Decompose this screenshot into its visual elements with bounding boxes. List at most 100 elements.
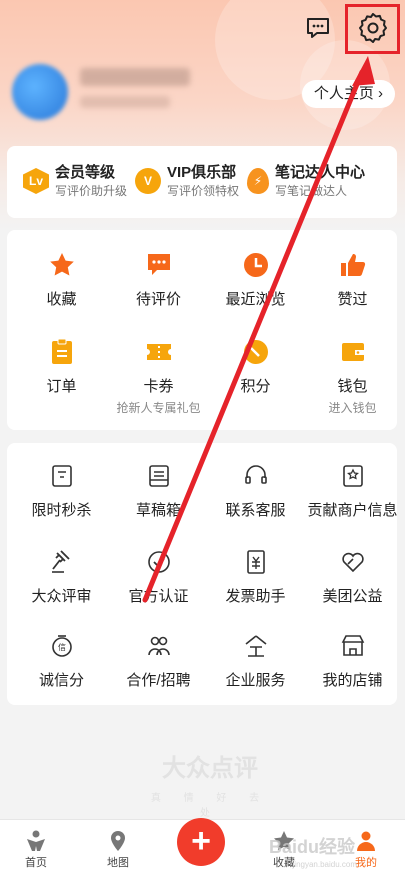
grid-label: 发票助手 bbox=[225, 588, 286, 605]
grid-item-liked[interactable]: 赞过 bbox=[304, 250, 401, 309]
grid-label: 卡券 bbox=[143, 378, 174, 395]
home-icon bbox=[27, 830, 45, 851]
note-expert-item[interactable]: ⚡ 笔记达人中心 写笔记做达人 bbox=[247, 164, 365, 200]
grid-label: 待评价 bbox=[135, 291, 181, 308]
grid-label: 收藏 bbox=[46, 291, 77, 308]
vip-badge-icon: V bbox=[135, 168, 161, 194]
drafts-icon bbox=[148, 465, 169, 487]
points-icon bbox=[243, 340, 268, 364]
grid-label: 最近浏览 bbox=[225, 291, 286, 308]
member-bar: Lv 会员等级 写评价助升级 V VIP俱乐部 写评价领特权 ⚡ 笔记达人中心 … bbox=[7, 146, 397, 218]
comment-icon bbox=[147, 254, 170, 275]
member-level-title: 会员等级 bbox=[55, 164, 116, 181]
grid-label: 赞过 bbox=[337, 291, 368, 308]
verified-icon bbox=[147, 551, 170, 573]
tab-map[interactable]: 地图 bbox=[88, 828, 148, 870]
highlight-box bbox=[345, 4, 400, 54]
note-expert-sub: 写笔记做达人 bbox=[275, 184, 348, 198]
grid-item-favorites[interactable]: 收藏 bbox=[13, 250, 110, 309]
grid-item-wallet[interactable]: 钱包 进入钱包 bbox=[304, 337, 401, 416]
charity-icon bbox=[341, 552, 364, 573]
grid-item-points[interactable]: 积分 bbox=[207, 337, 304, 396]
grid-item-enterprise[interactable]: 企业服务 bbox=[207, 631, 304, 690]
merchant-info-icon bbox=[342, 465, 363, 487]
credit-score-icon: 信 bbox=[51, 635, 72, 657]
grid-label: 诚信分 bbox=[38, 672, 84, 689]
baidu-watermark: Baidu经验 bbox=[268, 837, 355, 857]
star-icon bbox=[49, 253, 74, 276]
grid-label: 大众评审 bbox=[31, 588, 92, 605]
grid-label: 我的店铺 bbox=[322, 672, 383, 689]
grid-item-orders[interactable]: 订单 bbox=[13, 337, 110, 396]
primary-menu-grid: 收藏 待评价 最近浏览 赞过 订单 卡券 抢新人专属礼包 积分 钱包 进入钱包 bbox=[7, 230, 397, 430]
grid-label: 草稿箱 bbox=[135, 502, 181, 519]
chevron-right-icon: › bbox=[378, 85, 383, 102]
bottom-tab-bar: 首页 地图 + 收藏 我的 Baidu经验 jingyan.baidu.com bbox=[0, 818, 405, 877]
profile-home-button[interactable]: 个人主页 › bbox=[301, 80, 395, 108]
grid-label: 官方认证 bbox=[128, 588, 189, 605]
grid-label: 合作/招聘 bbox=[126, 672, 191, 689]
grid-item-merchant-info[interactable]: 贡献商户信息 bbox=[304, 461, 401, 520]
message-button[interactable] bbox=[302, 12, 334, 44]
grid-item-public-review[interactable]: 大众评审 bbox=[13, 547, 110, 606]
grid-label: 限时秒杀 bbox=[31, 502, 92, 519]
baidu-watermark-url: jingyan.baidu.com bbox=[292, 860, 357, 869]
clipboard-icon bbox=[51, 338, 72, 364]
plus-button[interactable]: + bbox=[177, 818, 225, 866]
tab-home[interactable]: 首页 bbox=[6, 828, 66, 870]
gavel-icon bbox=[51, 550, 70, 573]
tab-label: 首页 bbox=[25, 857, 47, 869]
level-badge-icon: Lv bbox=[23, 168, 49, 194]
wallet-icon bbox=[341, 343, 364, 361]
ticket-icon bbox=[146, 344, 171, 360]
member-level-item[interactable]: Lv 会员等级 写评价助升级 bbox=[23, 164, 127, 200]
avatar[interactable] bbox=[12, 64, 68, 120]
enterprise-icon bbox=[245, 635, 266, 657]
brand-watermark-logo: 大众点评 bbox=[162, 755, 258, 782]
thumbs-up-icon bbox=[340, 254, 365, 276]
secondary-menu-grid: 限时秒杀 草稿箱 联系客服 贡献商户信息 大众评审 官方认证 发票助手 美团公益… bbox=[7, 443, 398, 705]
grid-label: 贡献商户信息 bbox=[307, 502, 398, 519]
clock-icon bbox=[243, 253, 268, 277]
store-icon bbox=[341, 635, 364, 656]
vip-club-title: VIP俱乐部 bbox=[167, 164, 237, 181]
flash-sale-icon bbox=[51, 465, 72, 487]
grid-item-customer-service[interactable]: 联系客服 bbox=[207, 461, 304, 520]
grid-item-charity[interactable]: 美团公益 bbox=[304, 547, 401, 606]
svg-text:信: 信 bbox=[58, 642, 66, 652]
grid-item-credit-score[interactable]: 信 诚信分 bbox=[13, 631, 110, 690]
grid-label: 钱包 bbox=[337, 378, 368, 395]
grid-item-invoice[interactable]: 发票助手 bbox=[207, 547, 304, 606]
partners-icon bbox=[147, 636, 170, 656]
grid-label: 积分 bbox=[240, 378, 271, 395]
grid-item-official-verify[interactable]: 官方认证 bbox=[110, 547, 207, 606]
message-icon bbox=[307, 18, 329, 38]
grid-item-my-store[interactable]: 我的店铺 bbox=[304, 631, 401, 690]
brand-watermark: 大众点评 真 情 好 去 处 bbox=[140, 748, 280, 819]
user-info-blurred bbox=[80, 96, 170, 108]
grid-label: 企业服务 bbox=[225, 672, 286, 689]
grid-sub: 进入钱包 bbox=[328, 401, 377, 415]
grid-item-coupons[interactable]: 卡券 抢新人专属礼包 bbox=[110, 337, 207, 416]
grid-label: 联系客服 bbox=[225, 502, 286, 519]
vip-club-item[interactable]: V VIP俱乐部 写评价领特权 bbox=[135, 164, 239, 200]
username-blurred bbox=[80, 68, 190, 86]
grid-item-pending-review[interactable]: 待评价 bbox=[110, 250, 207, 309]
member-level-sub: 写评价助升级 bbox=[55, 184, 128, 198]
grid-label: 美团公益 bbox=[322, 588, 383, 605]
grid-item-recent[interactable]: 最近浏览 bbox=[207, 250, 304, 309]
grid-label: 订单 bbox=[46, 378, 77, 395]
profile-home-label: 个人主页 bbox=[313, 85, 374, 102]
map-icon bbox=[111, 831, 125, 851]
invoice-icon bbox=[246, 550, 265, 574]
lightning-badge-icon: ⚡ bbox=[247, 168, 269, 194]
grid-item-partners[interactable]: 合作/招聘 bbox=[110, 631, 207, 690]
grid-item-drafts[interactable]: 草稿箱 bbox=[110, 461, 207, 520]
vip-club-sub: 写评价领特权 bbox=[167, 184, 240, 198]
note-expert-title: 笔记达人中心 bbox=[275, 164, 366, 181]
tab-label: 地图 bbox=[107, 857, 129, 869]
headset-icon bbox=[244, 465, 267, 484]
grid-item-flash-sale[interactable]: 限时秒杀 bbox=[13, 461, 110, 520]
brand-watermark-slogan: 真 情 好 去 处 bbox=[150, 793, 270, 819]
grid-sub: 抢新人专属礼包 bbox=[116, 401, 201, 415]
